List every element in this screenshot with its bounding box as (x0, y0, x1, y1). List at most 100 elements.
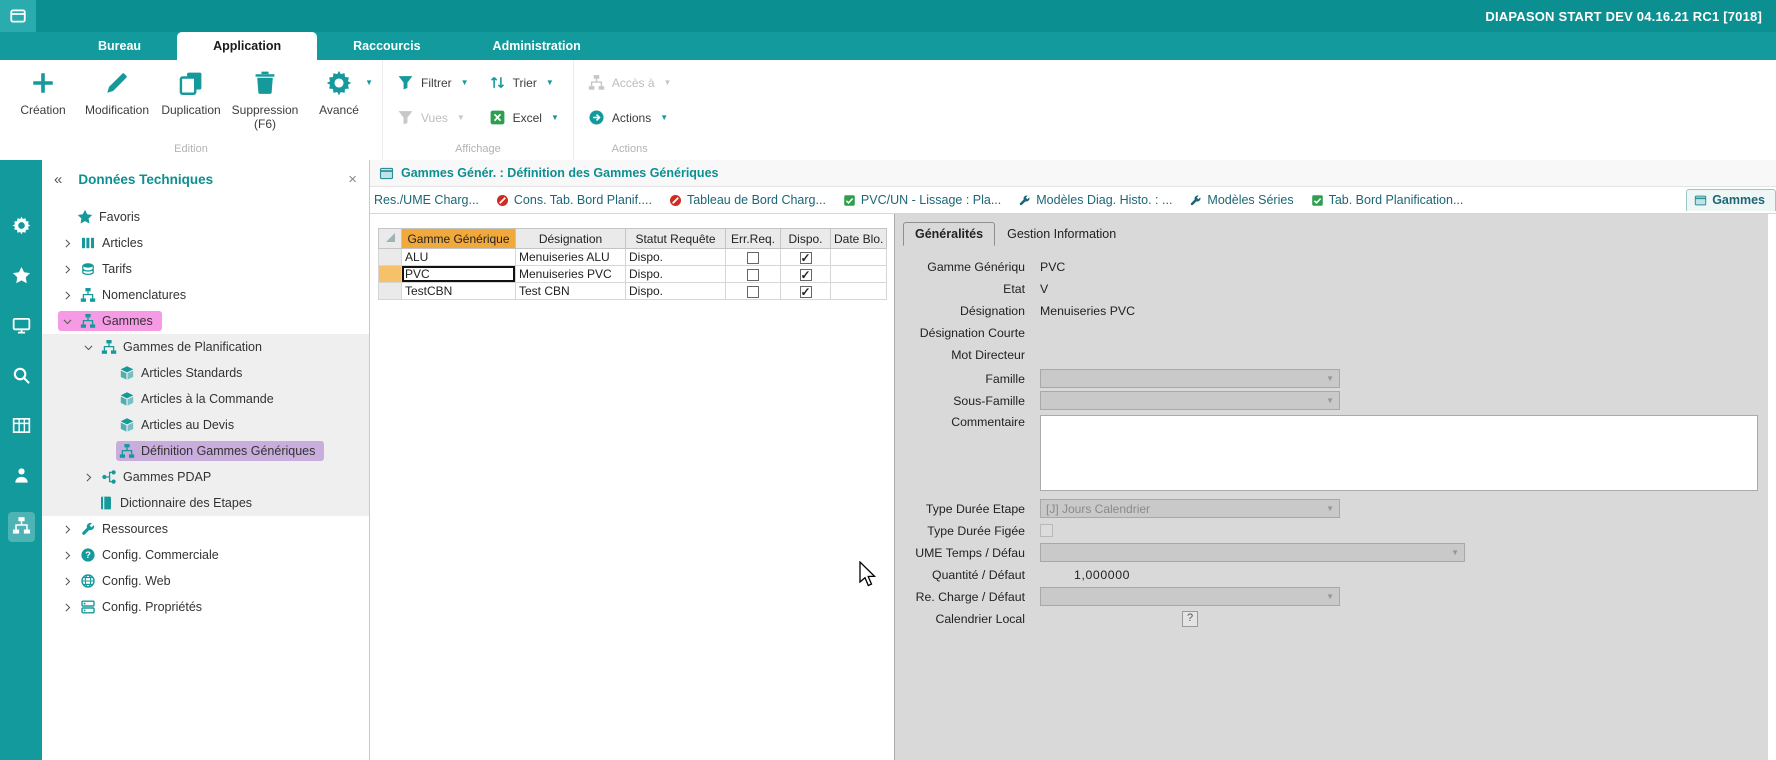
cell-gamme[interactable]: ALU (402, 249, 516, 266)
cell-dispo[interactable] (781, 283, 831, 300)
cell-err-req[interactable] (726, 249, 781, 266)
close-sidebar-button[interactable]: × (348, 171, 357, 188)
filtrer-button[interactable]: Filtrer▼ (397, 74, 469, 91)
famille-dropdown[interactable]: ▼ (1040, 369, 1340, 388)
tree-item-definition-gammes-generiques[interactable]: Définition Gammes Génériques (42, 438, 369, 464)
re-charge-defaut-dropdown[interactable]: ▼ (1040, 587, 1340, 606)
avance-button[interactable]: Avancé▼ (302, 62, 376, 141)
cell-date-blo[interactable] (831, 249, 887, 266)
ume-temps-defau-dropdown[interactable]: ▼ (1040, 543, 1465, 562)
tree-item-gammes-de-planification[interactable]: Gammes de Planification (42, 334, 369, 360)
tree-item-config-proprietes[interactable]: Config. Propriétés (42, 594, 369, 620)
cell-statut[interactable]: Dispo. (626, 249, 726, 266)
doc-tab-tab-bord-planification[interactable]: Tab. Bord Planification... (1311, 193, 1464, 207)
doc-tab-tableau-de-bord-charg[interactable]: Tableau de Bord Charg... (669, 193, 826, 207)
table-row-pvc[interactable]: PVCMenuiseries PVCDispo. (379, 266, 887, 283)
column-header-date-blo[interactable]: Date Blo. (831, 229, 887, 249)
module-monitor-icon[interactable] (8, 312, 35, 342)
shelf-icon (80, 235, 96, 251)
cell-gamme[interactable]: PVC (402, 266, 516, 283)
menu-tab-bureau[interactable]: Bureau (62, 32, 177, 60)
tree-item-dictionnaire-des-etapes[interactable]: Dictionnaire des Etapes (42, 490, 369, 516)
doc-tab-gammes[interactable]: Gammes (1686, 189, 1776, 211)
collapse-sidebar-button[interactable]: « (54, 171, 62, 188)
cell-gamme[interactable]: TestCBN (402, 283, 516, 300)
tree-item-articles-au-devis[interactable]: Articles au Devis (42, 412, 369, 438)
commentaire-textarea[interactable] (1040, 415, 1758, 491)
app-logo-icon[interactable] (0, 0, 36, 32)
modification-button[interactable]: Modification (80, 62, 154, 141)
module-sitemap-icon[interactable] (8, 512, 35, 542)
column-header-err-req[interactable]: Err.Req. (726, 229, 781, 249)
cell-err-req[interactable] (726, 283, 781, 300)
cell-designation[interactable]: Test CBN (516, 283, 626, 300)
duplication-button[interactable]: Duplication (154, 62, 228, 141)
detail-tab-generalites[interactable]: Généralités (903, 222, 995, 246)
column-header-gamme-generique[interactable]: Gamme Générique (402, 229, 516, 249)
doc-tab-res-ume-charg[interactable]: Res./UME Charg... (374, 193, 479, 207)
sous-famille-dropdown[interactable]: ▼ (1040, 391, 1340, 410)
field-label: Calendrier Local (895, 612, 1040, 626)
cell-date-blo[interactable] (831, 283, 887, 300)
actions-button[interactable]: Actions▼ (588, 109, 672, 126)
row-selector[interactable] (379, 249, 402, 266)
err-req-checkbox[interactable] (747, 252, 759, 264)
type-duree-figee-checkbox[interactable] (1040, 524, 1053, 537)
creation-button[interactable]: Création (6, 62, 80, 141)
doc-tab-cons-tab-bord-planif[interactable]: Cons. Tab. Bord Planif.... (496, 193, 652, 207)
tree-item-gammes-pdap[interactable]: Gammes PDAP (42, 464, 369, 490)
row-selector[interactable] (379, 283, 402, 300)
tree-item-articles[interactable]: Articles (42, 230, 369, 256)
cell-statut[interactable]: Dispo. (626, 283, 726, 300)
select-all-corner[interactable] (379, 229, 402, 249)
dispo-checkbox[interactable] (800, 286, 812, 298)
calendrier-local-help-button[interactable]: ? (1182, 611, 1198, 627)
cell-dispo[interactable] (781, 249, 831, 266)
cell-err-req[interactable] (726, 266, 781, 283)
tree-item-config-commerciale[interactable]: ?Config. Commerciale (42, 542, 369, 568)
module-person-icon[interactable] (8, 462, 35, 492)
row-selector[interactable] (379, 266, 402, 283)
table-row-alu[interactable]: ALUMenuiseries ALUDispo. (379, 249, 887, 266)
trier-button[interactable]: Trier▼ (489, 74, 559, 91)
cell-dispo[interactable] (781, 266, 831, 283)
suppression-f6-button[interactable]: Suppression (F6) (228, 62, 302, 141)
cell-designation[interactable]: Menuiseries ALU (516, 249, 626, 266)
type-duree-etape-dropdown[interactable]: [J] Jours Calendrier▼ (1040, 499, 1340, 518)
acces-a-button[interactable]: Accès à▼ (588, 74, 672, 91)
tree-item-articles-standards[interactable]: Articles Standards (42, 360, 369, 386)
menu-tab-administration[interactable]: Administration (457, 32, 617, 60)
doc-tab-pvc-un-lissage-pla[interactable]: PVC/UN - Lissage : Pla... (843, 193, 1001, 207)
tree-item-gammes[interactable]: Gammes (42, 308, 369, 334)
column-header-statut-requete[interactable]: Statut Requête (626, 229, 726, 249)
vues-button[interactable]: Vues▼ (397, 109, 469, 126)
module-star-icon[interactable] (8, 262, 35, 292)
tree-item-tarifs[interactable]: Tarifs (42, 256, 369, 282)
cell-date-blo[interactable] (831, 266, 887, 283)
tree-item-config-web[interactable]: Config. Web (42, 568, 369, 594)
excel-button[interactable]: Excel▼ (489, 109, 559, 126)
menu-tab-application[interactable]: Application (177, 32, 317, 60)
err-req-checkbox[interactable] (747, 269, 759, 281)
tree-item-favoris[interactable]: Favoris (42, 204, 369, 230)
module-table-icon[interactable] (8, 412, 35, 442)
dispo-checkbox[interactable] (800, 269, 812, 281)
err-req-checkbox[interactable] (747, 286, 759, 298)
doc-tab-modeles-series[interactable]: Modèles Séries (1189, 193, 1293, 207)
dispo-checkbox[interactable] (800, 252, 812, 264)
tree-item-nomenclatures[interactable]: Nomenclatures (42, 282, 369, 308)
detail-tab-gestion-information[interactable]: Gestion Information (995, 222, 1128, 246)
tree-item-ressources[interactable]: Ressources (42, 516, 369, 542)
cell-designation[interactable]: Menuiseries PVC (516, 266, 626, 283)
column-header-designation[interactable]: Désignation (516, 229, 626, 249)
doc-tab-modeles-diag-histo[interactable]: Modèles Diag. Histo. : ... (1018, 193, 1172, 207)
column-header-dispo[interactable]: Dispo. (781, 229, 831, 249)
navigation-tree: FavorisArticlesTarifsNomenclaturesGammes… (42, 194, 369, 760)
cell-statut[interactable]: Dispo. (626, 266, 726, 283)
form-row-quantite-defaut: Quantité / Défaut1,000000 (895, 564, 1768, 585)
table-row-testcbn[interactable]: TestCBNTest CBNDispo. (379, 283, 887, 300)
module-gear-icon[interactable] (8, 212, 35, 242)
menu-tab-raccourcis[interactable]: Raccourcis (317, 32, 456, 60)
module-search-icon[interactable] (8, 362, 35, 392)
tree-item-articles-a-la-commande[interactable]: Articles à la Commande (42, 386, 369, 412)
